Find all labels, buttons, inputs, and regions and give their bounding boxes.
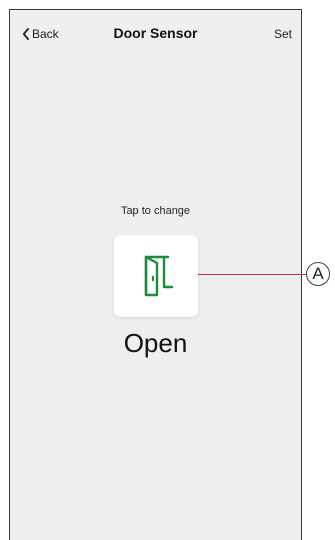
callout-line [198,274,306,275]
door-state-label: Open [123,328,188,358]
door-open-icon [144,255,174,297]
set-button[interactable]: Set [274,27,292,41]
state-toggle-tile[interactable] [114,235,198,317]
page-title: Door Sensor [113,25,198,41]
screenshot-root: Back Door Sensor Set Tap to change Open … [0,0,335,540]
callout-badge: A [306,262,330,286]
tap-to-change-hint: Tap to change [120,205,191,217]
navigation-bar: Back Door Sensor Set [10,10,301,58]
